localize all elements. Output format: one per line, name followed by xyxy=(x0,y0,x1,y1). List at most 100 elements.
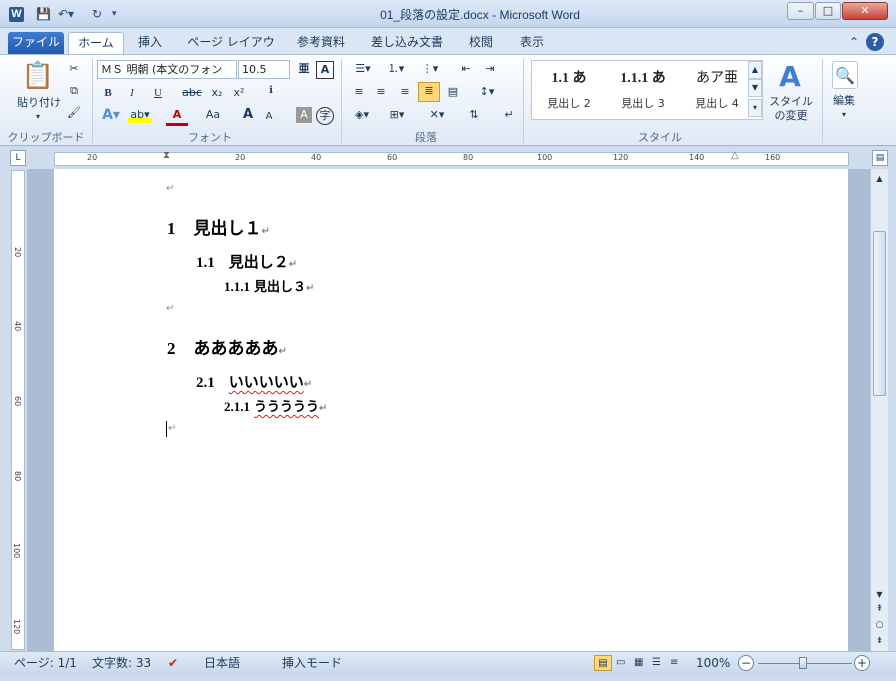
word-app-icon[interactable]: W xyxy=(9,7,24,22)
zoom-out-icon[interactable]: − xyxy=(738,655,754,671)
insert-mode[interactable]: 挿入モード xyxy=(282,652,342,674)
scroll-up-icon[interactable]: ▲ xyxy=(872,171,887,187)
multilevel-list-icon[interactable]: ⋮▾ xyxy=(416,61,444,77)
italic-button[interactable]: I xyxy=(124,85,140,101)
grow-font-button[interactable]: A xyxy=(240,107,256,123)
right-indent-marker-icon[interactable]: △ xyxy=(731,150,739,161)
cut-icon[interactable]: ✂ xyxy=(66,61,82,77)
redo-icon[interactable]: ↻ xyxy=(92,6,102,23)
customize-qat-icon[interactable]: ▾ xyxy=(112,6,117,23)
tab-mailings[interactable]: 差し込み文書 xyxy=(366,32,448,54)
paste-dropdown-icon[interactable]: ▾ xyxy=(30,109,46,125)
vertical-ruler[interactable]: 20 40 60 80 100 120 xyxy=(11,170,25,650)
draft-icon[interactable]: ≡ xyxy=(670,652,678,674)
editing-dropdown-icon[interactable]: ▾ xyxy=(836,107,852,123)
highlight-icon[interactable]: ab▾ xyxy=(128,107,152,123)
bold-button[interactable]: B xyxy=(100,85,116,101)
decrease-indent-icon[interactable]: ⇤ xyxy=(456,61,476,77)
subscript-button[interactable]: x₂ xyxy=(208,85,226,101)
find-icon[interactable]: 🔍 xyxy=(832,61,858,89)
asian-layout-icon[interactable]: ✕▾ xyxy=(424,107,450,123)
tab-insert[interactable]: 挿入 xyxy=(130,32,170,54)
styles-scroll-up-icon[interactable]: ▲ xyxy=(748,61,762,79)
scroll-thumb[interactable] xyxy=(873,231,886,396)
shading-icon[interactable]: ◈▾ xyxy=(350,107,374,123)
format-painter-icon[interactable]: 🖌 xyxy=(66,105,82,121)
sort-icon[interactable]: ⇅ xyxy=(464,107,484,123)
underline-button[interactable]: U xyxy=(148,85,168,101)
char-border-icon[interactable]: A xyxy=(316,61,334,79)
document-page[interactable]: ↵ 1 見出し１↵ 1.1 見出し２↵ 1.1.1 見出し３↵ ↵ 2 あああああ↵ 2… xyxy=(54,169,848,651)
minimize-button[interactable]: – xyxy=(787,2,814,20)
phonetic-guide-icon[interactable]: ℹ xyxy=(262,83,280,99)
style-heading4[interactable]: あア亜 見出し 4 xyxy=(682,67,752,113)
text-effects-icon[interactable]: A▾ xyxy=(100,107,122,123)
align-left-icon[interactable]: ≡ xyxy=(350,84,368,100)
align-center-icon[interactable]: ≡ xyxy=(372,84,390,100)
print-layout-icon[interactable]: ▤ xyxy=(594,655,612,671)
copy-icon[interactable]: ⧉ xyxy=(66,83,82,99)
indent-marker-icon[interactable]: ⧗ xyxy=(163,150,170,161)
maximize-button[interactable]: □ xyxy=(815,2,841,20)
save-icon[interactable]: 💾 xyxy=(36,6,51,23)
browse-object-icon[interactable]: ○ xyxy=(872,617,887,633)
close-button[interactable]: ✕ xyxy=(842,2,888,20)
change-styles-button[interactable]: スタイルの変更 xyxy=(764,95,818,123)
styles-more-icon[interactable]: ▾ xyxy=(748,99,762,117)
horizontal-ruler[interactable]: 20 ⧗ 20 40 60 80 100 120 140 △ 160 xyxy=(54,150,849,166)
font-color-icon[interactable]: A xyxy=(166,107,188,126)
help-icon[interactable]: ? xyxy=(866,33,884,51)
distributed-icon[interactable]: ▤ xyxy=(444,84,462,100)
justify-icon[interactable]: ≣ xyxy=(418,82,440,102)
line-spacing-icon[interactable]: ↕▾ xyxy=(474,84,500,100)
align-right-icon[interactable]: ≡ xyxy=(396,84,414,100)
heading3-line[interactable]: 1.1.1 見出し３↵ xyxy=(224,276,314,295)
increase-indent-icon[interactable]: ⇥ xyxy=(480,61,500,77)
heading2-line[interactable]: 2.1 いいいいい↵ xyxy=(196,371,312,392)
undo-icon[interactable]: ↶▾ xyxy=(58,6,74,23)
style-heading3[interactable]: 1.1.1 あ 見出し 3 xyxy=(608,67,678,113)
full-screen-reading-icon[interactable]: ▭ xyxy=(616,652,625,674)
strikethrough-button[interactable]: abc xyxy=(180,85,204,101)
char-shading-button[interactable]: A xyxy=(296,107,312,123)
bullets-icon[interactable]: ☰▾ xyxy=(350,61,376,77)
tab-selector-icon[interactable]: L xyxy=(10,150,26,166)
show-marks-icon[interactable]: ↵ xyxy=(500,107,518,123)
next-page-icon[interactable]: ⇟ xyxy=(872,633,887,649)
change-case-button[interactable]: Aa xyxy=(200,107,226,123)
heading1-line[interactable]: 2 あああああ↵ xyxy=(167,334,287,359)
view-ruler-icon[interactable]: ▤ xyxy=(872,150,888,166)
change-styles-icon[interactable]: A xyxy=(772,59,808,95)
superscript-button[interactable]: x² xyxy=(230,85,248,101)
numbering-icon[interactable]: ⒈▾ xyxy=(382,61,410,77)
font-name-combo[interactable]: ＭＳ 明朝 (本文のフォン xyxy=(97,60,237,79)
tab-home[interactable]: ホーム xyxy=(68,32,124,54)
shrink-font-button[interactable]: A xyxy=(262,109,276,125)
language-indicator[interactable]: 日本語 xyxy=(204,652,240,674)
tab-file[interactable]: ファイル xyxy=(8,32,64,54)
previous-page-icon[interactable]: ⇞ xyxy=(872,601,887,617)
style-heading2[interactable]: 1.1 あ 見出し 2 xyxy=(534,67,604,113)
tab-references[interactable]: 参考資料 xyxy=(290,32,352,54)
word-count[interactable]: 文字数: 33 xyxy=(92,652,151,674)
borders-icon[interactable]: ⊞▾ xyxy=(384,107,410,123)
proofing-icon[interactable]: ✔ xyxy=(168,652,178,674)
heading3-line[interactable]: 2.1.1 ううううう↵ xyxy=(224,396,327,415)
heading1-line[interactable]: 1 見出し１↵ xyxy=(167,214,270,239)
page-count[interactable]: ページ: 1/1 xyxy=(14,652,77,674)
zoom-slider-thumb[interactable] xyxy=(799,657,807,669)
enclose-char-button[interactable]: 字 xyxy=(316,107,334,125)
tab-review[interactable]: 校閲 xyxy=(462,32,500,54)
zoom-level[interactable]: 100% xyxy=(696,652,730,674)
heading2-line[interactable]: 1.1 見出し２↵ xyxy=(196,251,297,272)
zoom-in-icon[interactable]: + xyxy=(854,655,870,671)
vertical-scrollbar[interactable]: ▲ ▼ ⇞ ○ ⇟ xyxy=(870,169,888,651)
tab-view[interactable]: 表示 xyxy=(512,32,552,54)
web-layout-icon[interactable]: ▦ xyxy=(634,652,643,674)
minimize-ribbon-icon[interactable]: ⌃ xyxy=(846,32,862,54)
font-size-combo[interactable]: 10.5 xyxy=(238,60,290,79)
tab-page-layout[interactable]: ページ レイアウト xyxy=(184,32,278,69)
styles-scroll-down-icon[interactable]: ▼ xyxy=(748,79,762,97)
paste-icon[interactable]: 📋 xyxy=(20,59,56,93)
ruby-icon[interactable]: 亜 xyxy=(296,61,312,77)
